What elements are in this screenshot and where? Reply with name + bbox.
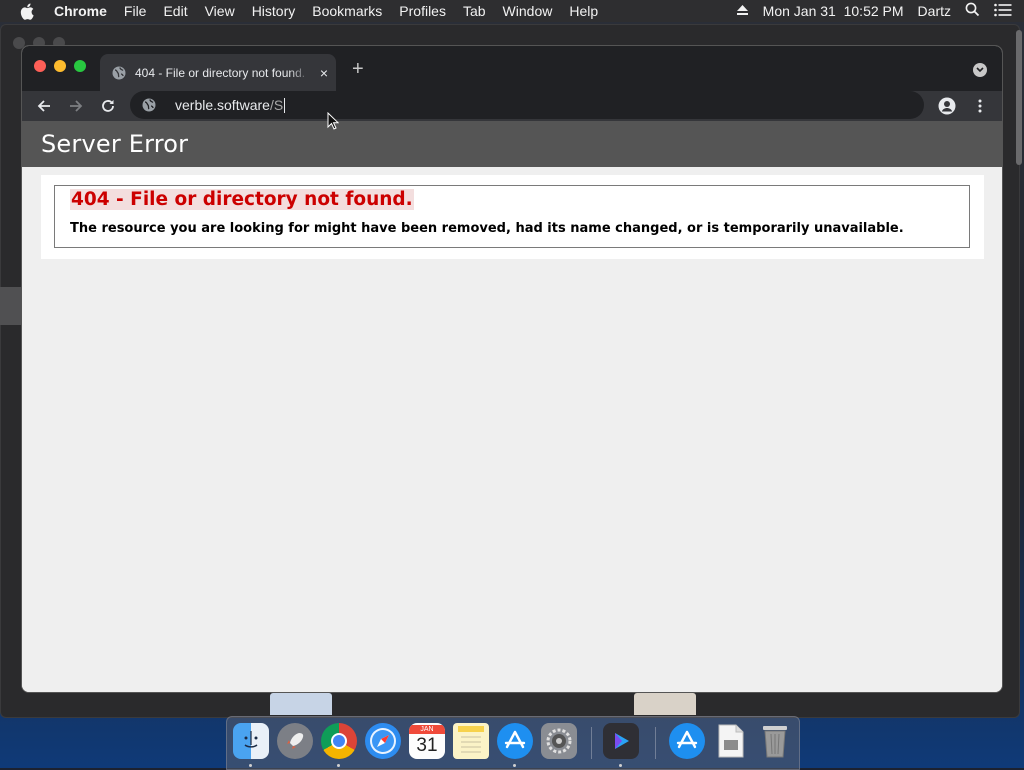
page-title: Server Error xyxy=(41,130,189,158)
trash-icon[interactable] xyxy=(757,723,793,759)
new-tab-button[interactable]: + xyxy=(352,59,364,79)
error-title: 404 - File or directory not found. xyxy=(70,189,414,210)
background-window-scrollbar[interactable] xyxy=(1016,30,1022,165)
page-content: Server Error 404 - File or directory not… xyxy=(22,121,1002,692)
address-bar[interactable]: verble.software/S xyxy=(130,91,924,119)
browser-window: 404 - File or directory not found. × + v… xyxy=(22,46,1002,692)
tab-active[interactable]: 404 - File or directory not found. × xyxy=(100,54,336,91)
tab-title: 404 - File or directory not found. xyxy=(135,65,306,80)
tab-close-icon[interactable]: × xyxy=(316,65,332,81)
menu-bookmarks[interactable]: Bookmarks xyxy=(312,3,382,19)
menu-edit[interactable]: Edit xyxy=(163,3,187,19)
text-caret xyxy=(284,98,286,114)
desktop-file-thumbnail[interactable] xyxy=(270,693,332,715)
mouse-cursor-icon xyxy=(327,111,340,130)
tab-strip: 404 - File or directory not found. × + xyxy=(22,46,1002,91)
clock[interactable]: Mon Jan 31 10:52 PM xyxy=(763,3,904,19)
menubar-status-area: Mon Jan 31 10:52 PM Dartz xyxy=(736,0,1012,22)
window-controls xyxy=(34,60,86,72)
error-content-box: 404 - File or directory not found. The r… xyxy=(41,175,984,259)
close-window-button[interactable] xyxy=(34,60,46,72)
profile-avatar-icon[interactable] xyxy=(936,95,958,117)
kebab-menu-icon[interactable] xyxy=(969,95,991,117)
video-player-icon[interactable] xyxy=(603,723,639,759)
desktop-file-thumbnail[interactable] xyxy=(634,693,696,715)
finder-running-indicator xyxy=(249,764,252,767)
downloads-app-store-icon[interactable] xyxy=(669,723,705,759)
minimize-window-button[interactable] xyxy=(54,60,66,72)
menu-tab[interactable]: Tab xyxy=(463,3,486,19)
document-file-icon[interactable] xyxy=(713,723,749,759)
menu-history[interactable]: History xyxy=(252,3,296,19)
video-player-running-indicator xyxy=(619,764,622,767)
browser-toolbar: verble.software/S xyxy=(22,91,1002,121)
app-store-running-indicator xyxy=(513,764,516,767)
reload-icon[interactable] xyxy=(97,95,119,117)
system-preferences-icon[interactable] xyxy=(541,723,577,759)
menu-profiles[interactable]: Profiles xyxy=(399,3,446,19)
tab-favicon-globe-icon xyxy=(112,66,126,80)
notification-center-icon[interactable] xyxy=(994,3,1012,20)
finder-icon[interactable] xyxy=(233,723,269,759)
eject-icon[interactable] xyxy=(736,3,749,19)
menu-file[interactable]: File xyxy=(124,3,147,19)
apple-menu-icon[interactable] xyxy=(20,2,38,20)
url-path: /S xyxy=(269,96,284,113)
calendar-icon[interactable]: JAN 31 xyxy=(409,723,445,759)
url-host: verble.software xyxy=(175,96,270,113)
dock-separator xyxy=(655,727,656,759)
dock: JAN 31 xyxy=(226,716,800,770)
menu-view[interactable]: View xyxy=(205,3,235,19)
menu-app-name[interactable]: Chrome xyxy=(54,3,107,19)
background-window-selection xyxy=(0,287,22,325)
app-store-icon[interactable] xyxy=(497,723,533,759)
url-text[interactable]: verble.software/S xyxy=(175,96,286,114)
launchpad-icon[interactable] xyxy=(277,723,313,759)
spotlight-search-icon[interactable] xyxy=(965,2,980,20)
page-header: Server Error xyxy=(22,121,1002,167)
tab-search-icon[interactable] xyxy=(973,63,987,77)
menu-help[interactable]: Help xyxy=(569,3,598,19)
user-name[interactable]: Dartz xyxy=(918,3,951,19)
menu-window[interactable]: Window xyxy=(503,3,553,19)
error-fieldset: 404 - File or directory not found. The r… xyxy=(54,185,970,248)
zoom-window-button[interactable] xyxy=(74,60,86,72)
forward-arrow-icon[interactable] xyxy=(65,95,87,117)
chrome-icon[interactable] xyxy=(321,723,357,759)
calendar-day: 31 xyxy=(416,734,438,756)
notes-icon[interactable] xyxy=(453,723,489,759)
calendar-month: JAN xyxy=(409,724,445,734)
safari-icon[interactable] xyxy=(365,723,401,759)
site-info-globe-icon[interactable] xyxy=(142,98,156,112)
chrome-running-indicator xyxy=(337,764,340,767)
back-arrow-icon[interactable] xyxy=(33,95,55,117)
menu-bar: Chrome File Edit View History Bookmarks … xyxy=(0,0,1024,22)
error-message: The resource you are looking for might h… xyxy=(70,221,904,236)
dock-separator xyxy=(591,727,592,759)
